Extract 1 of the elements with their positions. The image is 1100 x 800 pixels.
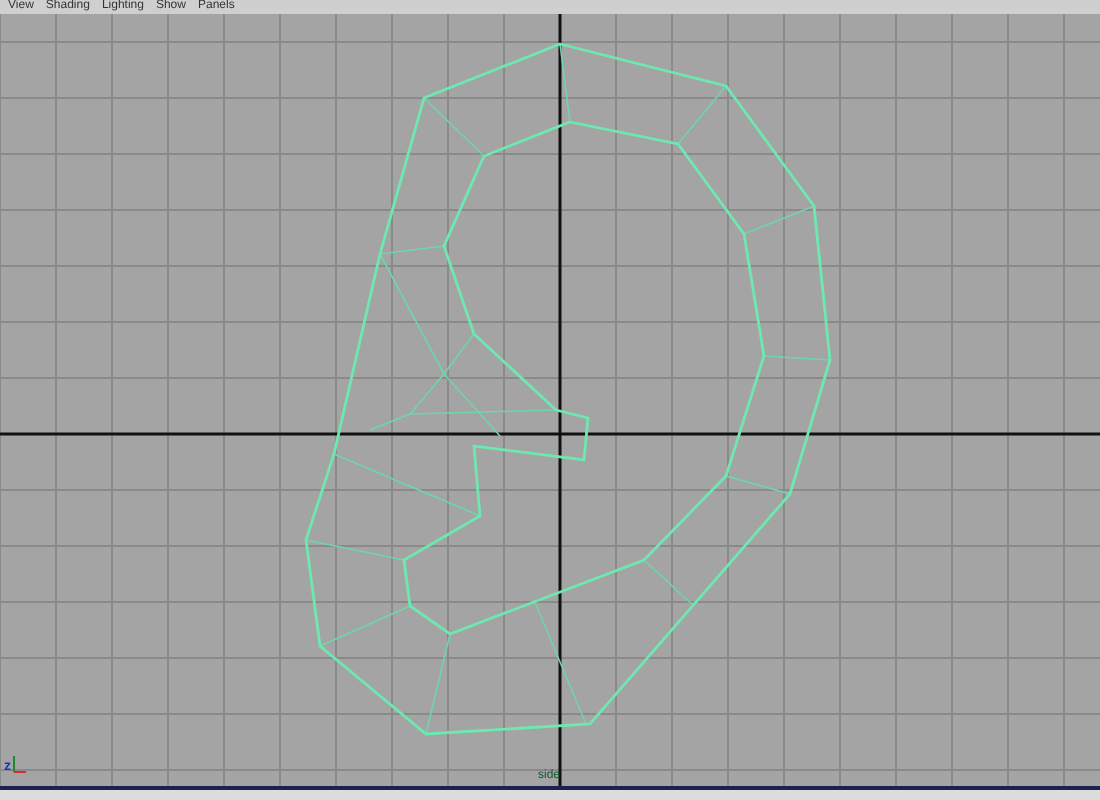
axis-gizmo-icon (11, 754, 27, 774)
